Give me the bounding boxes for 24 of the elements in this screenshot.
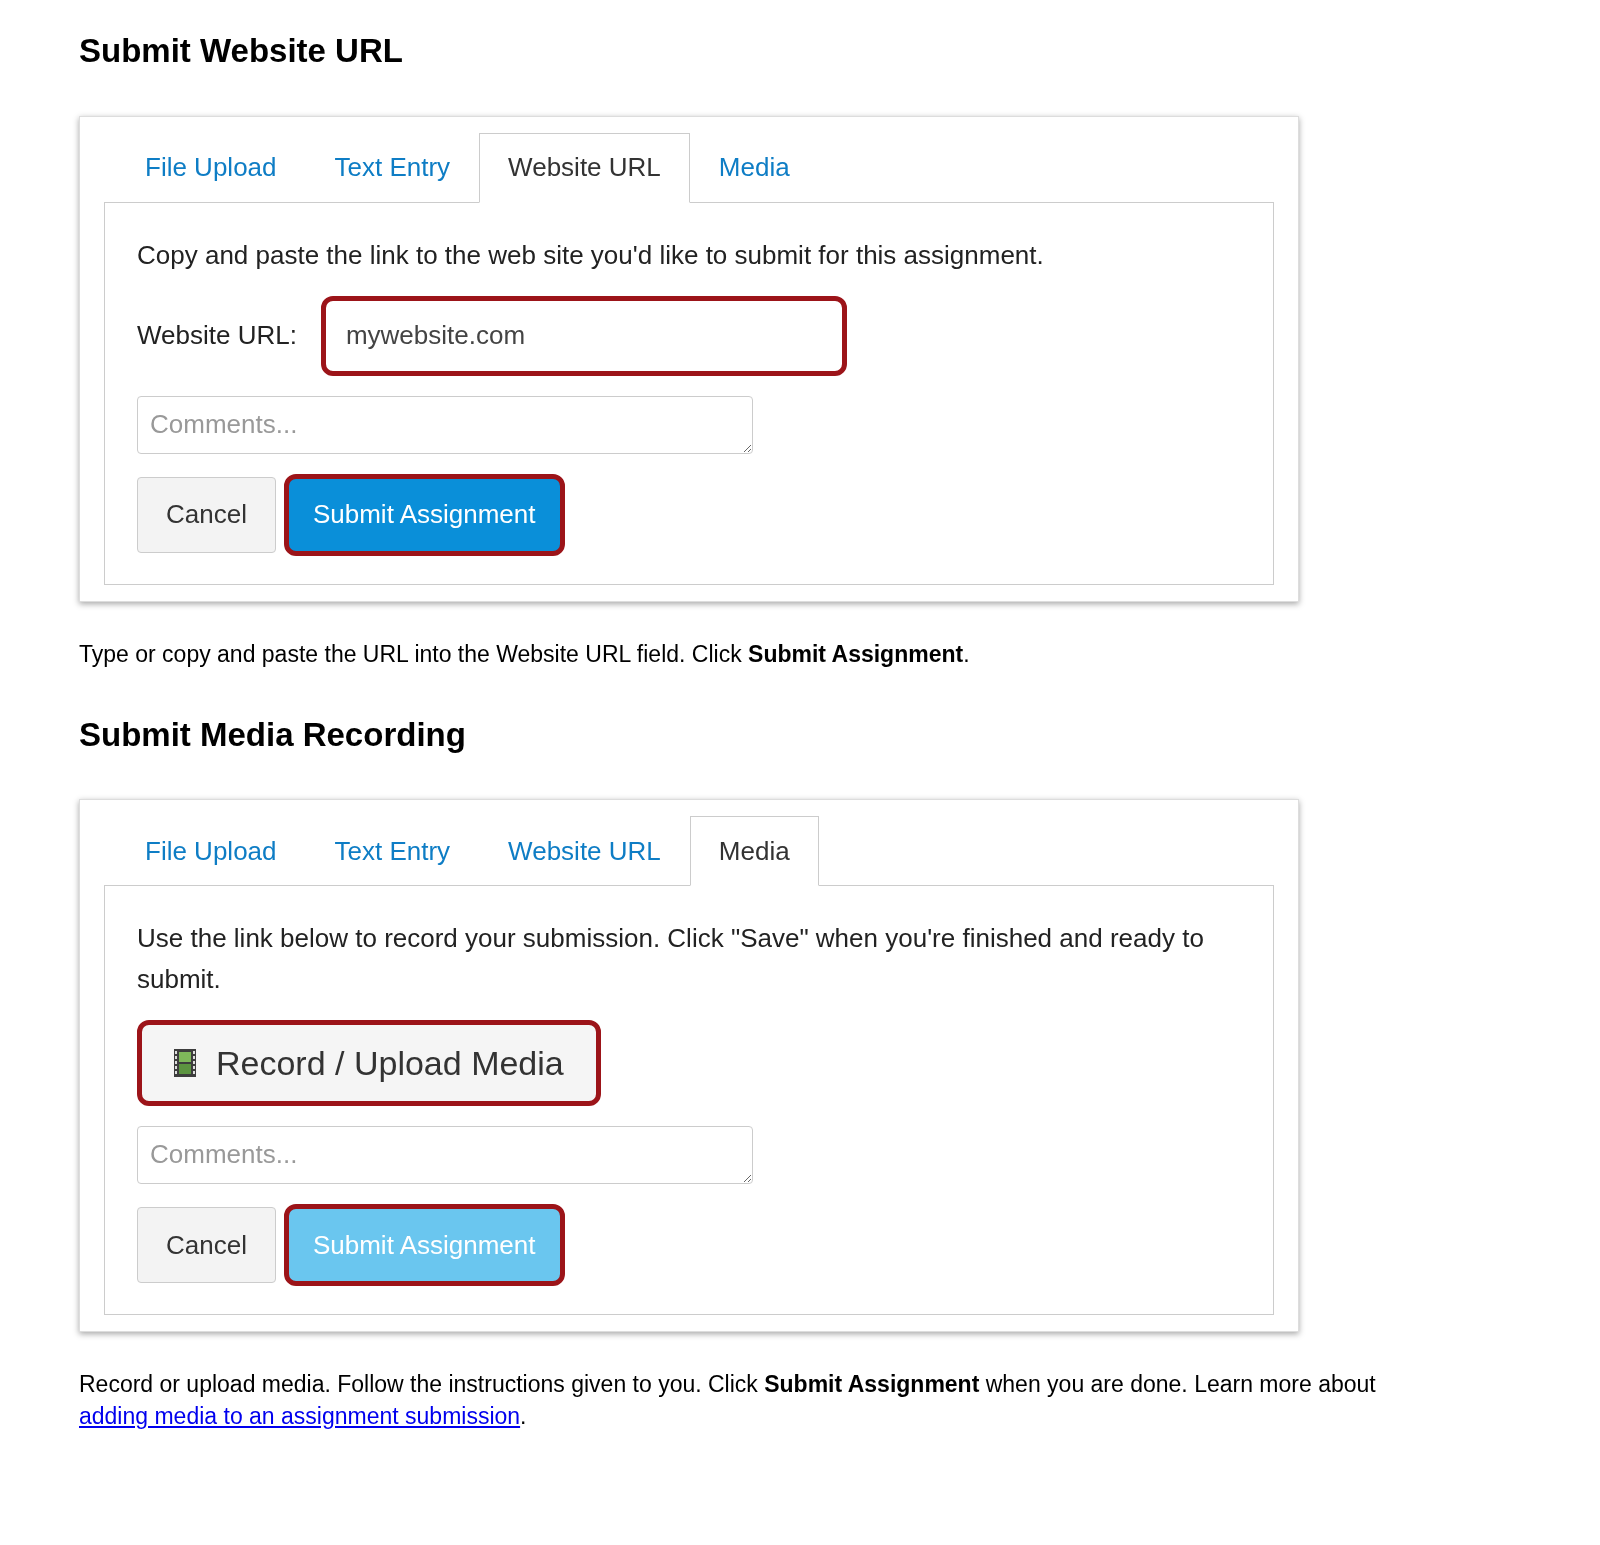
caption-text: Record or upload media. Follow the instructions given to you. Click Submit Assignment when you are done. Learn more about adding media to an assignment submission. [79, 1370, 1377, 1431]
submit-assignment-button[interactable]: Submit Assignment [283, 473, 565, 556]
cancel-button[interactable]: Cancel [137, 1207, 276, 1283]
instruction-text: Copy and paste the link to the web site you'd like to submit for this assignment. [137, 238, 1045, 272]
comments-field[interactable]: Comments... [137, 395, 753, 454]
tab[interactable]: Website URL [479, 816, 690, 886]
url-field[interactable]: mywebsite.com [320, 295, 847, 376]
cancel-button[interactable]: Cancel [137, 476, 276, 553]
tab[interactable]: Website URL [479, 132, 690, 203]
help-link[interactable]: adding media to an assignment submission [79, 1403, 521, 1429]
tab[interactable]: Media [689, 816, 819, 886]
section-heading: Submit Website URL [79, 31, 404, 71]
tab[interactable]: Media [689, 132, 819, 203]
record-media-button[interactable]: Record / Upload Media [137, 1020, 601, 1106]
instruction-text: Use the link below to record your submission. Click "Save" when you're finished and ready to submit. [137, 922, 1205, 996]
tab[interactable]: File Upload [116, 132, 306, 203]
caption-text: Type or copy and paste the URL into the Website URL field. Click Submit Assignment. [79, 639, 971, 669]
tab[interactable]: Text Entry [305, 816, 480, 886]
tab[interactable]: File Upload [116, 816, 306, 886]
tab[interactable]: Text Entry [305, 132, 480, 203]
section-heading: Submit Media Recording [79, 714, 467, 755]
comments-field[interactable]: Comments... [137, 1126, 753, 1184]
film-icon [174, 1049, 196, 1077]
field-label: Website URL: [137, 319, 297, 352]
